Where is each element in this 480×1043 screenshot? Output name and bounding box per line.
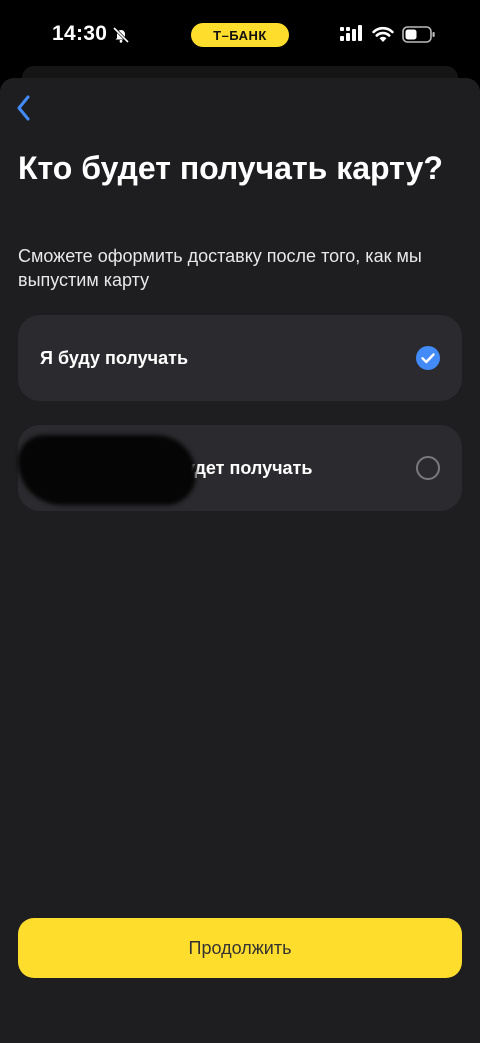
status-time: 14:30 <box>52 22 108 45</box>
radio-checked-icon[interactable] <box>416 346 440 370</box>
chevron-left-icon <box>16 95 32 126</box>
option-label: Я буду получать <box>40 347 189 368</box>
wifi-icon <box>372 26 394 48</box>
option-other-receive[interactable]: будет получать <box>18 425 462 511</box>
cellular-signal-icon <box>340 25 364 48</box>
page-title: Кто будет получать карту? <box>18 150 443 186</box>
status-bar: 14:30 Т–БАНК <box>0 0 480 70</box>
bell-off-icon <box>112 26 130 44</box>
page-subtitle: Сможете оформить доставку после того, ка… <box>18 246 422 290</box>
option-self-receive[interactable]: Я буду получать <box>18 315 462 401</box>
radio-unchecked-icon[interactable] <box>416 456 440 480</box>
status-indicators <box>340 25 436 48</box>
bank-badge: Т–БАНК <box>191 23 289 47</box>
redacted-name <box>18 435 196 505</box>
battery-icon <box>402 25 436 48</box>
continue-button[interactable]: Продолжить <box>18 918 462 978</box>
back-button[interactable] <box>10 95 38 126</box>
bottom-sheet: Кто будет получать карту? Сможете оформи… <box>0 78 480 1043</box>
